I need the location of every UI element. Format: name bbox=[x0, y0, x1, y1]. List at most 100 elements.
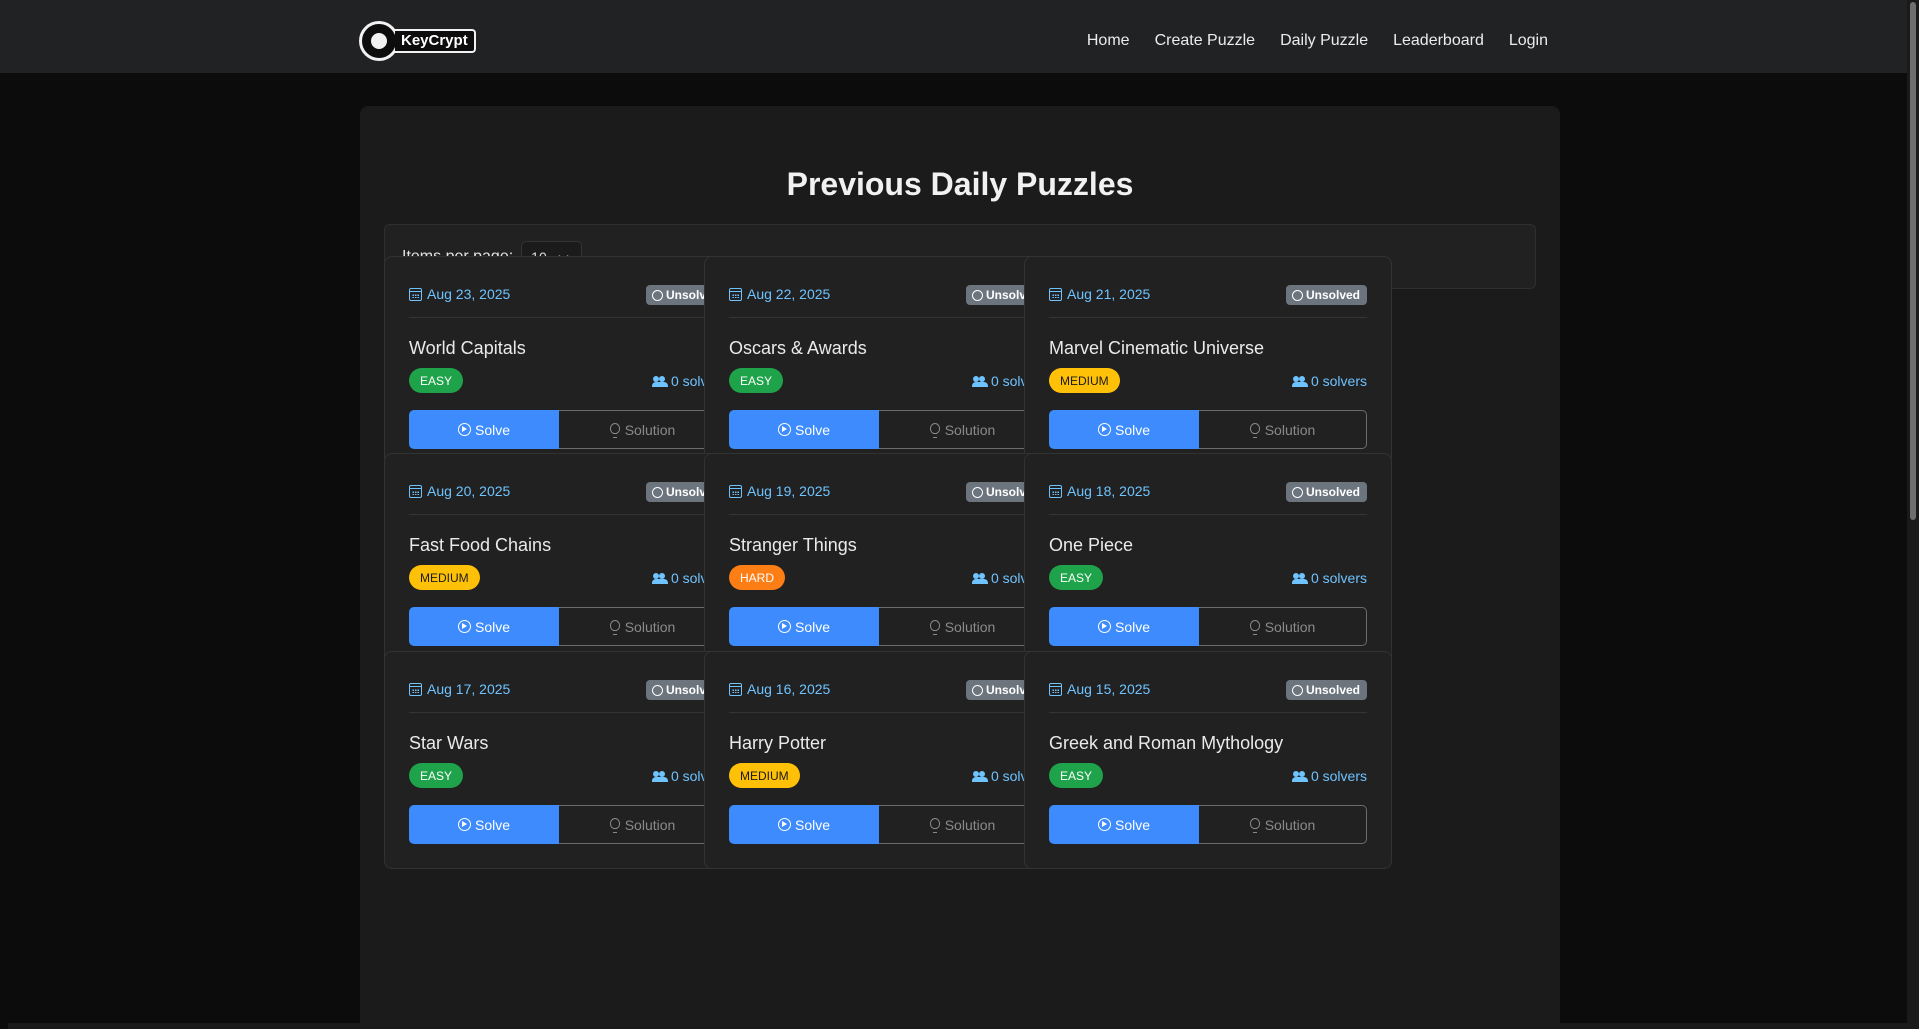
lightbulb-icon bbox=[929, 422, 940, 438]
nav-login[interactable]: Login bbox=[1509, 30, 1548, 52]
solution-label: Solution bbox=[624, 618, 676, 635]
nav-home[interactable]: Home bbox=[1087, 30, 1130, 52]
solve-label: Solve bbox=[794, 421, 831, 438]
nav-leaderboard[interactable]: Leaderboard bbox=[1393, 30, 1484, 52]
difficulty-badge: EASY bbox=[409, 368, 464, 393]
nav-create-puzzle[interactable]: Create Puzzle bbox=[1155, 30, 1256, 52]
users-icon bbox=[971, 573, 988, 584]
solution-button[interactable]: Solution bbox=[879, 607, 1047, 646]
puzzle-card: Aug 23, 2025 Unsolved World Capitals EASY 0 … bbox=[384, 256, 752, 474]
circle-icon bbox=[1291, 684, 1303, 696]
solve-button[interactable]: Solve bbox=[409, 410, 559, 449]
solution-label: Solution bbox=[944, 421, 996, 438]
solve-button[interactable]: Solve bbox=[729, 805, 879, 844]
puzzle-date: Aug 22, 2025 bbox=[729, 286, 830, 302]
play-circle-icon bbox=[1097, 818, 1111, 831]
puzzle-date: Aug 20, 2025 bbox=[409, 483, 510, 499]
circle-icon bbox=[651, 486, 663, 498]
solve-label: Solve bbox=[474, 618, 511, 635]
solve-label: Solve bbox=[794, 816, 831, 833]
puzzle-date-text: Aug 23, 2025 bbox=[427, 286, 511, 302]
solvers-text: 0 solvers bbox=[1310, 768, 1367, 784]
card-divider bbox=[409, 317, 727, 318]
puzzle-date: Aug 19, 2025 bbox=[729, 483, 830, 499]
solve-label: Solve bbox=[474, 421, 511, 438]
puzzle-date-text: Aug 21, 2025 bbox=[1067, 286, 1151, 302]
calendar-icon bbox=[729, 484, 742, 498]
calendar-icon bbox=[409, 682, 422, 696]
puzzle-date-text: Aug 22, 2025 bbox=[747, 286, 831, 302]
solution-button[interactable]: Solution bbox=[1199, 410, 1367, 449]
solution-button[interactable]: Solution bbox=[559, 410, 727, 449]
key-icon bbox=[359, 21, 399, 61]
solve-button[interactable]: Solve bbox=[409, 607, 559, 646]
status-text: Unsolved bbox=[1305, 288, 1360, 302]
solve-button[interactable]: Solve bbox=[1049, 805, 1199, 844]
puzzle-date: Aug 18, 2025 bbox=[1049, 483, 1150, 499]
solve-label: Solve bbox=[1114, 816, 1151, 833]
play-circle-icon bbox=[777, 620, 791, 633]
nav-daily-puzzle[interactable]: Daily Puzzle bbox=[1280, 30, 1368, 52]
play-circle-icon bbox=[1097, 423, 1111, 436]
puzzle-date: Aug 23, 2025 bbox=[409, 286, 510, 302]
solution-button[interactable]: Solution bbox=[879, 805, 1047, 844]
solve-button[interactable]: Solve bbox=[1049, 410, 1199, 449]
puzzle-title: Stranger Things bbox=[729, 535, 857, 555]
puzzle-card: Aug 21, 2025 Unsolved Marvel Cinematic Uni… bbox=[1024, 256, 1392, 474]
solution-label: Solution bbox=[944, 816, 996, 833]
calendar-icon bbox=[1049, 484, 1062, 498]
calendar-icon bbox=[409, 484, 422, 498]
users-icon bbox=[1291, 376, 1308, 387]
solve-button[interactable]: Solve bbox=[729, 607, 879, 646]
solution-button[interactable]: Solution bbox=[879, 410, 1047, 449]
lightbulb-icon bbox=[609, 619, 620, 635]
difficulty-badge: EASY bbox=[729, 368, 784, 393]
puzzle-date-text: Aug 17, 2025 bbox=[427, 681, 511, 697]
play-circle-icon bbox=[777, 818, 791, 831]
puzzle-card: Aug 19, 2025 Unsolved Stranger Things HARD 0… bbox=[704, 453, 1072, 671]
solution-button[interactable]: Solution bbox=[559, 805, 727, 844]
circle-icon bbox=[1291, 289, 1303, 301]
solution-button[interactable]: Solution bbox=[1199, 607, 1367, 646]
difficulty-badge: MEDIUM bbox=[729, 763, 800, 788]
puzzle-title: Oscars & Awards bbox=[729, 338, 867, 358]
calendar-icon bbox=[729, 287, 742, 301]
puzzle-title: Fast Food Chains bbox=[409, 535, 552, 555]
solvers-count: 0 solvers bbox=[1291, 768, 1367, 784]
play-circle-icon bbox=[1097, 620, 1111, 633]
solve-button[interactable]: Solve bbox=[409, 805, 559, 844]
puzzle-title: Marvel Cinematic Universe bbox=[1049, 338, 1265, 358]
brand-name: KeyCrypt bbox=[395, 29, 476, 53]
card-actions: Solve Solution bbox=[729, 805, 1047, 844]
solution-label: Solution bbox=[624, 816, 676, 833]
difficulty-badge: EASY bbox=[1049, 565, 1104, 590]
puzzle-card: Aug 17, 2025 Unsolved Star Wars EASY 0 solve… bbox=[384, 651, 752, 869]
puzzle-card: Aug 20, 2025 Unsolved Fast Food Chains MEDI… bbox=[384, 453, 752, 671]
solve-button[interactable]: Solve bbox=[1049, 607, 1199, 646]
card-actions: Solve Solution bbox=[409, 805, 727, 844]
scrollbar-thumb[interactable] bbox=[1910, 2, 1916, 520]
brand-logo[interactable]: KeyCrypt bbox=[359, 21, 476, 61]
puzzle-date: Aug 21, 2025 bbox=[1049, 286, 1150, 302]
play-circle-icon bbox=[457, 818, 471, 831]
solution-button[interactable]: Solution bbox=[1199, 805, 1367, 844]
circle-icon bbox=[651, 289, 663, 301]
puzzle-date: Aug 16, 2025 bbox=[729, 681, 830, 697]
lightbulb-icon bbox=[929, 619, 940, 635]
solution-button[interactable]: Solution bbox=[559, 607, 727, 646]
solve-button[interactable]: Solve bbox=[729, 410, 879, 449]
puzzle-date: Aug 17, 2025 bbox=[409, 681, 510, 697]
lightbulb-icon bbox=[1249, 422, 1260, 438]
puzzle-card: Aug 22, 2025 Unsolved Oscars & Awards EASY 0… bbox=[704, 256, 1072, 474]
card-divider bbox=[1049, 317, 1367, 318]
status-badge: Unsolved bbox=[1285, 680, 1367, 700]
calendar-icon bbox=[1049, 682, 1062, 696]
status-text: Unsolved bbox=[1305, 683, 1360, 697]
solvers-text: 0 solvers bbox=[1310, 373, 1367, 389]
vertical-scrollbar[interactable] bbox=[1907, 0, 1919, 1029]
puzzle-card: Aug 15, 2025 Unsolved Greek and Roman Myth… bbox=[1024, 651, 1392, 869]
puzzle-date-text: Aug 19, 2025 bbox=[747, 483, 831, 499]
lightbulb-icon bbox=[929, 817, 940, 833]
users-icon bbox=[1291, 771, 1308, 782]
puzzle-card: Aug 16, 2025 Unsolved Harry Potter MEDIUM 0 … bbox=[704, 651, 1072, 869]
